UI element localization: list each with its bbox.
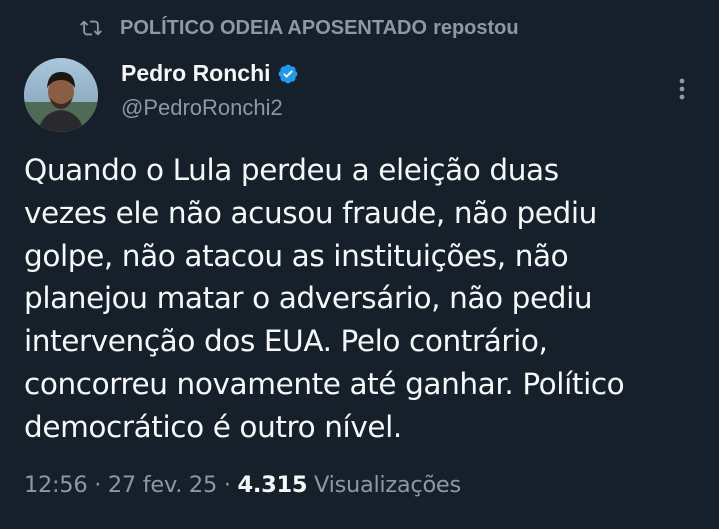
meta-separator: · [87,472,108,498]
meta-separator: · [216,472,238,498]
tweet-time[interactable]: 12:56 [24,472,88,498]
author-name[interactable]: Pedro Ronchi [121,60,271,87]
verified-badge-icon[interactable] [277,63,299,85]
repost-icon [80,17,102,39]
tweet-line: vezes ele não acusou fraude, não pediu [24,195,597,230]
avatar[interactable] [24,58,98,132]
more-vertical-icon[interactable] [672,74,692,104]
reposter-name[interactable]: POLÍTICO ODEIA APOSENTADO [120,17,427,40]
tweet-line: intervenção dos EUA. Pelo contrário, [24,324,548,359]
tweet-line: democrático é outro nível. [24,409,402,444]
tweet-date[interactable]: 27 fev. 25 [108,472,217,498]
tweet-meta: 12:56 · 27 fev. 25 · 4.315 Visualizações [24,472,461,498]
repost-indicator[interactable]: POLÍTICO ODEIA APOSENTADO repostou [80,13,519,43]
author-handle[interactable]: @PedroRonchi2 [121,95,283,121]
repost-suffix: repostou [433,16,519,39]
views-count: 4.315 [237,472,308,498]
views-label: Visualizações [307,472,461,498]
tweet-line: golpe, não atacou as instituições, não [24,238,569,273]
author-name-row[interactable]: Pedro Ronchi [121,60,299,87]
tweet-text: Quando o Lula perdeu a eleição duas veze… [24,149,704,449]
tweet-line: concorreu novamente até ganhar. Político [24,366,625,401]
tweet-line: Quando o Lula perdeu a eleição duas [24,153,559,187]
tweet-line: planejou matar o adversário, não pediu [24,281,593,316]
